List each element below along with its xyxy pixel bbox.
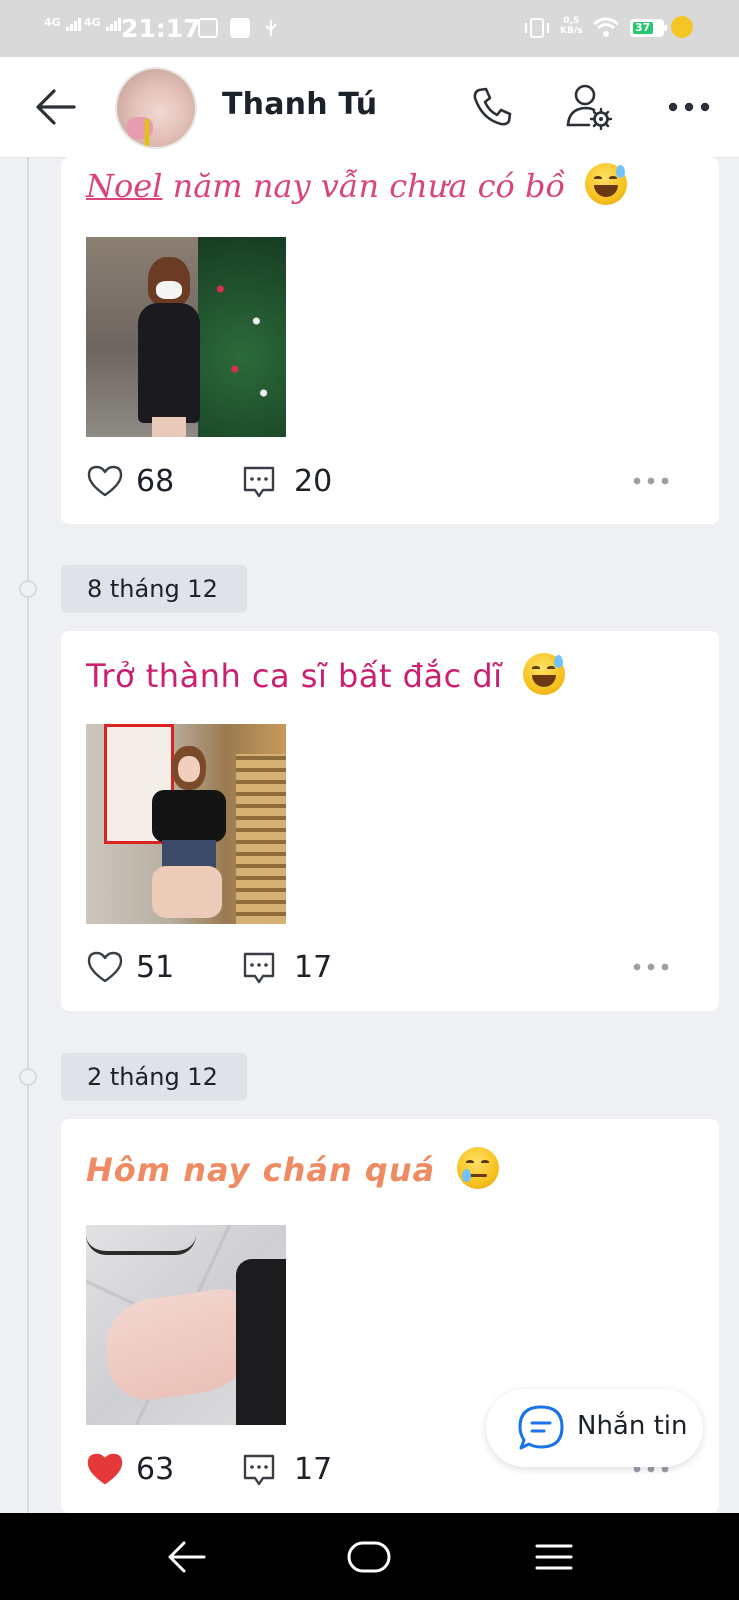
post-text: Noel năm nay vẫn chưa có bồ — [86, 163, 628, 205]
photo-detail — [152, 417, 186, 437]
vibrate-icon — [525, 18, 549, 38]
comment-icon[interactable] — [241, 950, 277, 986]
emoji-sweat — [616, 165, 626, 178]
avatar-detail — [127, 117, 153, 139]
like-count: 68 — [136, 464, 175, 499]
photo-detail — [156, 281, 182, 299]
network-speed-unit: KB/s — [560, 26, 583, 36]
photo-detail — [138, 303, 200, 423]
post-photo[interactable] — [86, 1225, 286, 1425]
heart-filled-icon[interactable] — [86, 1452, 124, 1486]
post-card[interactable]: Trở thành ca sĩ bất đắc dĩ 51 17 — [61, 631, 719, 1011]
signal-bars-icon — [105, 18, 122, 31]
emoji-eye — [466, 1160, 475, 1164]
photo-shelf — [236, 754, 286, 924]
emoji-eye — [547, 666, 556, 670]
date-label: 2 tháng 12 — [61, 1053, 247, 1101]
post-actions: 51 17 — [86, 944, 696, 990]
avatar[interactable] — [115, 67, 197, 149]
comment-icon[interactable] — [241, 464, 277, 500]
post-text-body: Hôm nay chán quá — [86, 1151, 436, 1189]
post-text: Trở thành ca sĩ bất đắc dĩ — [86, 653, 566, 695]
emoji-mouth — [594, 185, 619, 197]
emoji-tear — [462, 1169, 472, 1182]
photo-person — [134, 257, 204, 437]
timeline-line — [27, 157, 29, 1513]
timeline-dot — [19, 1068, 37, 1086]
battery-icon: 37 — [630, 19, 667, 37]
timeline-dot — [19, 580, 37, 598]
chat-header: Thanh Tú — [0, 57, 739, 157]
usb-icon — [265, 20, 277, 36]
photo-detail — [152, 790, 226, 842]
status-bar: 4G 4G 21:17 0,5 KB/s 37 — [0, 0, 739, 57]
post-photo[interactable] — [86, 724, 286, 924]
post-more-icon[interactable] — [631, 470, 671, 492]
like-count: 63 — [136, 1452, 175, 1487]
nav-home-icon[interactable] — [346, 1539, 392, 1575]
like-count: 51 — [136, 950, 175, 985]
photo-christmas-tree — [198, 237, 286, 437]
app-notification-icon — [230, 18, 250, 38]
signal-2: 4G — [84, 16, 122, 31]
nav-back-icon[interactable] — [164, 1535, 208, 1579]
phone-icon[interactable] — [470, 85, 514, 129]
wifi-icon — [593, 17, 619, 37]
back-arrow-icon[interactable] — [34, 87, 78, 127]
emoji-mouth — [532, 675, 557, 687]
network-speed: 0,5 KB/s — [560, 16, 582, 36]
network-speed-value: 0,5 — [563, 16, 580, 26]
contact-name[interactable]: Thanh Tú — [222, 87, 377, 122]
clock: 21:17 — [121, 14, 201, 43]
date-label: 8 tháng 12 — [61, 565, 247, 613]
comment-count: 17 — [294, 1452, 333, 1487]
emoji-mouth — [469, 1174, 488, 1177]
heart-outline-icon[interactable] — [86, 950, 124, 984]
photo-person — [146, 746, 230, 924]
heart-outline-icon[interactable] — [86, 464, 124, 498]
signal-bars-icon — [65, 18, 82, 31]
emoji-eye — [481, 1160, 490, 1164]
charging-icon — [671, 16, 693, 38]
chat-bubble-icon — [518, 1405, 564, 1450]
post-text-body: Trở thành ca sĩ bất đắc dĩ — [86, 657, 503, 695]
emoji-sweat — [554, 655, 564, 668]
photo-detail — [162, 840, 216, 868]
avatar-detail — [145, 119, 149, 147]
post-text: Hôm nay chán quá — [86, 1147, 500, 1189]
post-text-link[interactable]: Noel — [86, 167, 162, 205]
comment-count: 20 — [294, 464, 333, 499]
message-button[interactable]: Nhắn tin — [486, 1389, 703, 1467]
photo-detail — [178, 756, 200, 782]
photo-chair — [86, 1225, 196, 1255]
grinning-sweat-emoji-icon — [523, 653, 566, 695]
post-text-body: năm nay vẫn chưa có bồ — [162, 167, 566, 205]
signal-1: 4G — [44, 16, 82, 31]
notification-icon — [198, 18, 218, 38]
battery-level: 37 — [633, 22, 653, 34]
more-icon[interactable] — [664, 87, 714, 127]
post-photo[interactable] — [86, 237, 286, 437]
post-card[interactable]: Noel năm nay vẫn chưa có bồ 68 20 — [61, 157, 719, 524]
grinning-sweat-emoji-icon — [585, 163, 628, 205]
photo-detail — [152, 866, 222, 918]
emoji-eye — [532, 666, 541, 670]
user-settings-icon[interactable] — [565, 83, 615, 131]
network-type-1: 4G — [44, 16, 61, 29]
smiling-tear-emoji-icon — [457, 1147, 500, 1189]
nav-recent-apps-icon[interactable] — [534, 1537, 574, 1577]
network-type-2: 4G — [84, 16, 101, 29]
photo-skirt — [236, 1259, 286, 1425]
post-more-icon[interactable] — [631, 956, 671, 978]
emoji-eye — [594, 176, 603, 180]
system-nav-bar — [0, 1513, 739, 1600]
comment-count: 17 — [294, 950, 333, 985]
message-button-label: Nhắn tin — [577, 1411, 688, 1441]
comment-icon[interactable] — [241, 1452, 277, 1488]
emoji-eye — [609, 176, 618, 180]
post-actions: 68 20 — [86, 458, 696, 504]
